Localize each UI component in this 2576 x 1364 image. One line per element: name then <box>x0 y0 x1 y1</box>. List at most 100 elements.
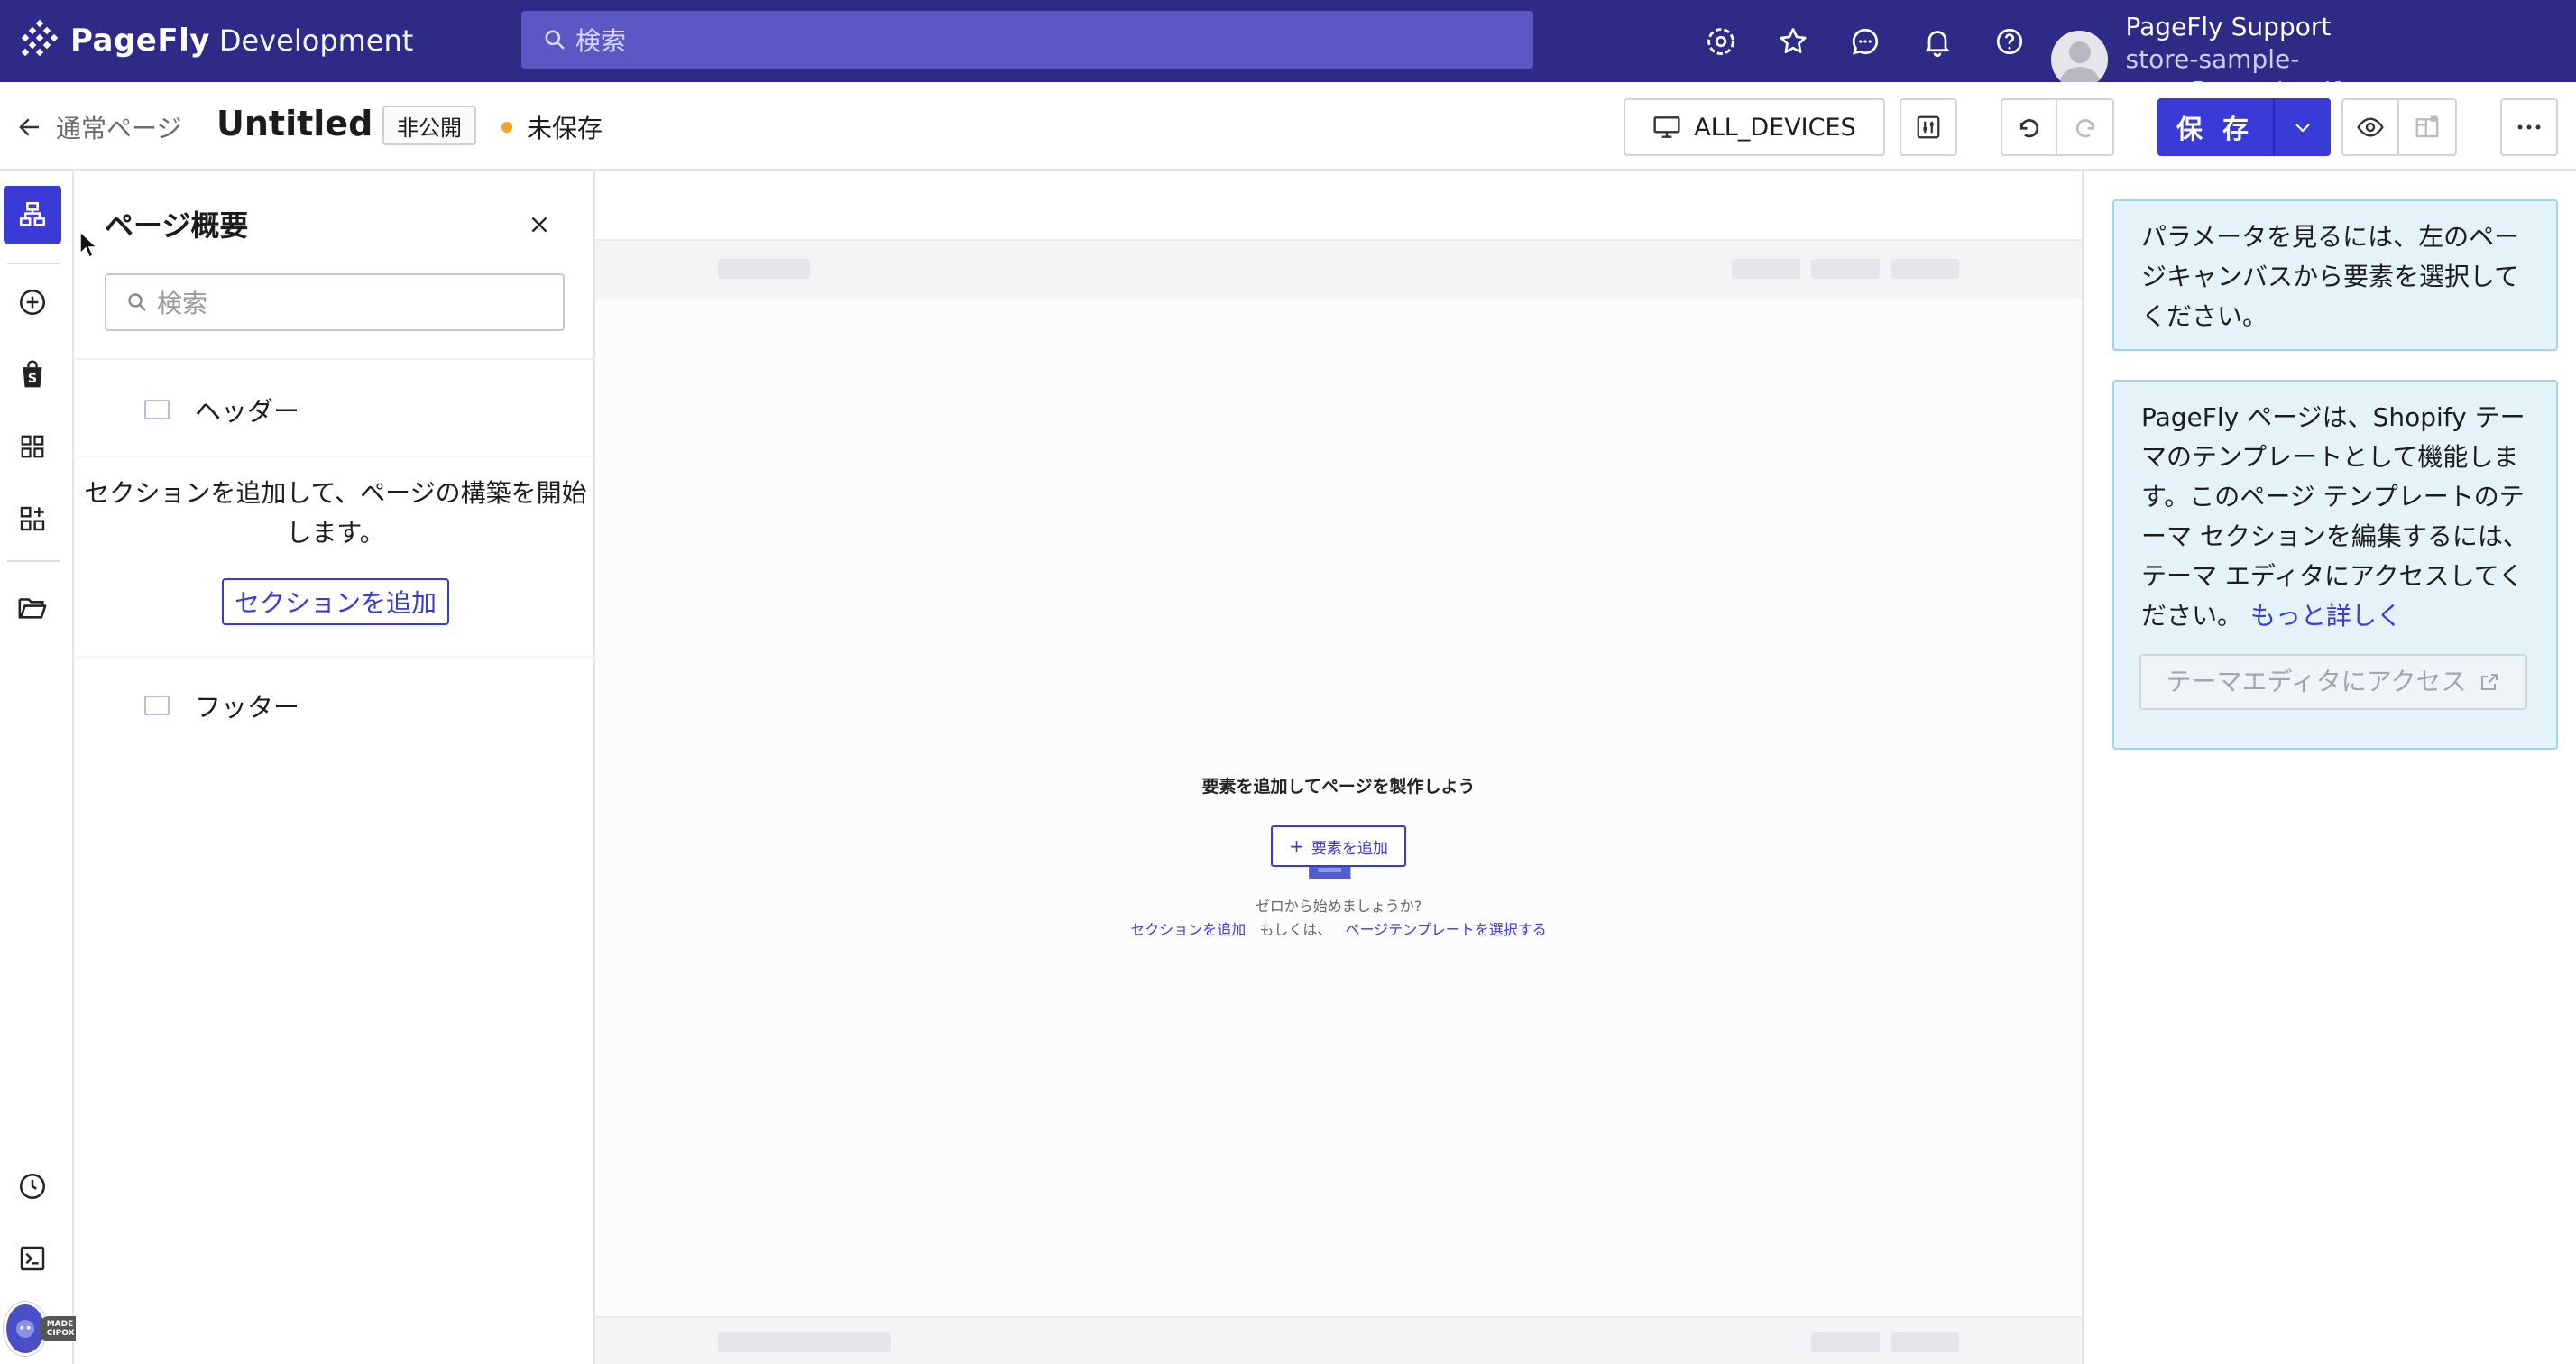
canvas-footer-placeholder[interactable] <box>595 1316 2082 1364</box>
theme-template-text: PageFly ページは、Shopify テーマのテンプレートとして機能します。… <box>2141 402 2528 631</box>
svg-text:S: S <box>28 372 37 386</box>
footer-section-icon <box>144 696 170 715</box>
close-icon <box>531 217 547 233</box>
save-status: 未保存 <box>501 109 603 145</box>
notifications-button[interactable] <box>1901 20 1973 63</box>
more-options-button[interactable] <box>2500 98 2558 156</box>
rail-files[interactable] <box>4 578 61 636</box>
favorites-button[interactable] <box>1757 20 1829 63</box>
canvas-header-placeholder[interactable] <box>595 239 2082 299</box>
sitemap-icon <box>19 201 46 226</box>
redo-button[interactable] <box>2057 100 2112 154</box>
outline-empty-line1: セクションを追加して、ページの構築を開始 <box>84 478 587 508</box>
page-outline-panel: ページ概要 検索 ヘッダー セクションを追加して、ページの構築を開始 します。 … <box>76 170 595 1364</box>
tree-item-label: ヘッダー <box>195 396 300 427</box>
add-element-button[interactable]: + 要素を追加 <box>1271 825 1406 867</box>
top-bar: PageFly Development 検索 PageFly Support s… <box>0 0 2576 106</box>
add-section-link[interactable]: セクションを追加 <box>1130 921 1246 938</box>
unsaved-dot-icon <box>501 122 512 133</box>
rail-shopify[interactable]: S <box>4 346 61 403</box>
pagefly-logo-icon <box>21 19 59 57</box>
page-title[interactable]: Untitled <box>216 104 373 143</box>
grid-icon <box>21 435 44 458</box>
plus-icon: + <box>1289 835 1304 857</box>
back-link[interactable]: 通常ページ <box>16 109 181 145</box>
left-rail: S <box>0 170 74 1364</box>
plus-circle-icon <box>19 289 46 316</box>
desktop-icon <box>1653 116 1680 138</box>
theme-editor-label: テーマエディタにアクセス <box>2166 667 2467 696</box>
outline-search-placeholder: 検索 <box>157 289 208 318</box>
back-label: 通常ページ <box>56 114 182 143</box>
sliders-icon <box>1917 115 1940 139</box>
outline-title: ページ概要 <box>105 208 249 243</box>
rail-add-element[interactable] <box>4 273 61 331</box>
save-button-group: 保 存 <box>2157 98 2331 156</box>
chevron-down-icon <box>2295 124 2310 133</box>
canvas-start-links: セクションを追加 もしくは、 ページテンプレートを選択する <box>595 917 2082 939</box>
outline-search-input[interactable]: 検索 <box>105 273 565 331</box>
select-template-link[interactable]: ページテンプレートを選択する <box>1346 921 1547 938</box>
outline-empty-line2: します。 <box>286 518 385 548</box>
clock-icon <box>19 1173 46 1200</box>
environment-name: Development <box>218 23 414 58</box>
learn-more-link[interactable]: もっと詳しく <box>2250 601 2402 631</box>
tree-item-header[interactable]: ヘッダー <box>144 391 299 429</box>
tree-item-label: フッター <box>195 692 300 723</box>
canvas-zero-text: ゼロから始めましょうか? <box>1255 898 1422 915</box>
settings-gear-button[interactable] <box>1685 20 1757 63</box>
theme-editor-button[interactable]: テーマエディタにアクセス <box>2139 654 2527 710</box>
outline-empty-message: セクションを追加して、ページの構築を開始 します。 <box>76 474 595 553</box>
account-name: PageFly Support <box>2125 12 2332 41</box>
visibility-badge[interactable]: 非公開 <box>382 106 476 145</box>
rail-add-ons[interactable] <box>4 490 61 548</box>
undo-icon <box>2019 119 2038 138</box>
layout-icon <box>2415 115 2439 138</box>
mouse-cursor-icon <box>79 231 97 259</box>
rail-history[interactable] <box>4 1157 61 1215</box>
global-search-input[interactable]: 検索 <box>521 11 1533 69</box>
bell-icon <box>1926 31 1949 58</box>
preview-button[interactable] <box>2343 100 2399 154</box>
more-horizontal-icon <box>2517 124 2541 130</box>
or-text: もしくは、 <box>1259 921 1332 938</box>
history-group <box>2001 98 2114 156</box>
rail-code[interactable] <box>4 1230 61 1287</box>
help-button[interactable] <box>1973 20 2046 63</box>
undo-button[interactable] <box>2002 100 2058 154</box>
chat-icon <box>1852 28 1879 55</box>
select-element-info: パラメータを見るには、左のページキャンバスから要素を選択してください。 <box>2112 199 2558 351</box>
publish-preview-button[interactable] <box>2399 100 2455 154</box>
close-outline-button[interactable] <box>521 207 557 243</box>
shopify-bag-icon: S <box>23 360 42 388</box>
preview-group <box>2341 98 2457 156</box>
pagefly-logo[interactable]: PageFly Development <box>18 18 413 63</box>
search-icon <box>128 293 146 311</box>
rail-templates[interactable] <box>4 418 61 475</box>
select-element-text: パラメータを見るには、左のページキャンバスから要素を選択してください。 <box>2141 222 2520 331</box>
page-canvas[interactable]: 要素を追加してページを製作しよう + 要素を追加 ゼロから始めましょうか? セク… <box>595 170 2084 1364</box>
tree-item-footer[interactable]: フッター <box>144 687 299 724</box>
terminal-icon <box>20 1246 45 1271</box>
folder-open-icon <box>18 598 47 619</box>
save-button[interactable]: 保 存 <box>2157 108 2273 146</box>
inspector-panel: パラメータを見るには、左のページキャンバスから要素を選択してください。 Page… <box>2085 170 2576 1364</box>
search-placeholder: 検索 <box>575 26 627 56</box>
help-icon <box>1996 28 2023 55</box>
brand-name: PageFly <box>70 23 210 59</box>
add-section-button[interactable]: セクションを追加 <box>222 578 449 625</box>
style-settings-button[interactable] <box>1900 98 1957 156</box>
avatar <box>2051 31 2108 88</box>
chat-button[interactable] <box>1829 20 1901 63</box>
redo-icon <box>2075 119 2094 138</box>
editor-toolbar: 通常ページ Untitled 非公開 未保存 ALL_DEVICES 保 存 <box>0 82 2576 170</box>
canvas-body[interactable] <box>595 299 2082 1316</box>
rail-page-outline[interactable] <box>4 186 61 244</box>
apps-add-icon <box>20 506 45 531</box>
theme-template-info: PageFly ページは、Shopify テーマのテンプレートとして機能します。… <box>2112 380 2558 750</box>
search-icon <box>545 30 565 50</box>
save-options-button[interactable] <box>2275 116 2331 138</box>
eye-icon <box>2357 117 2384 137</box>
add-element-label: 要素を追加 <box>1311 839 1388 858</box>
device-selector[interactable]: ALL_DEVICES <box>1624 98 1885 156</box>
